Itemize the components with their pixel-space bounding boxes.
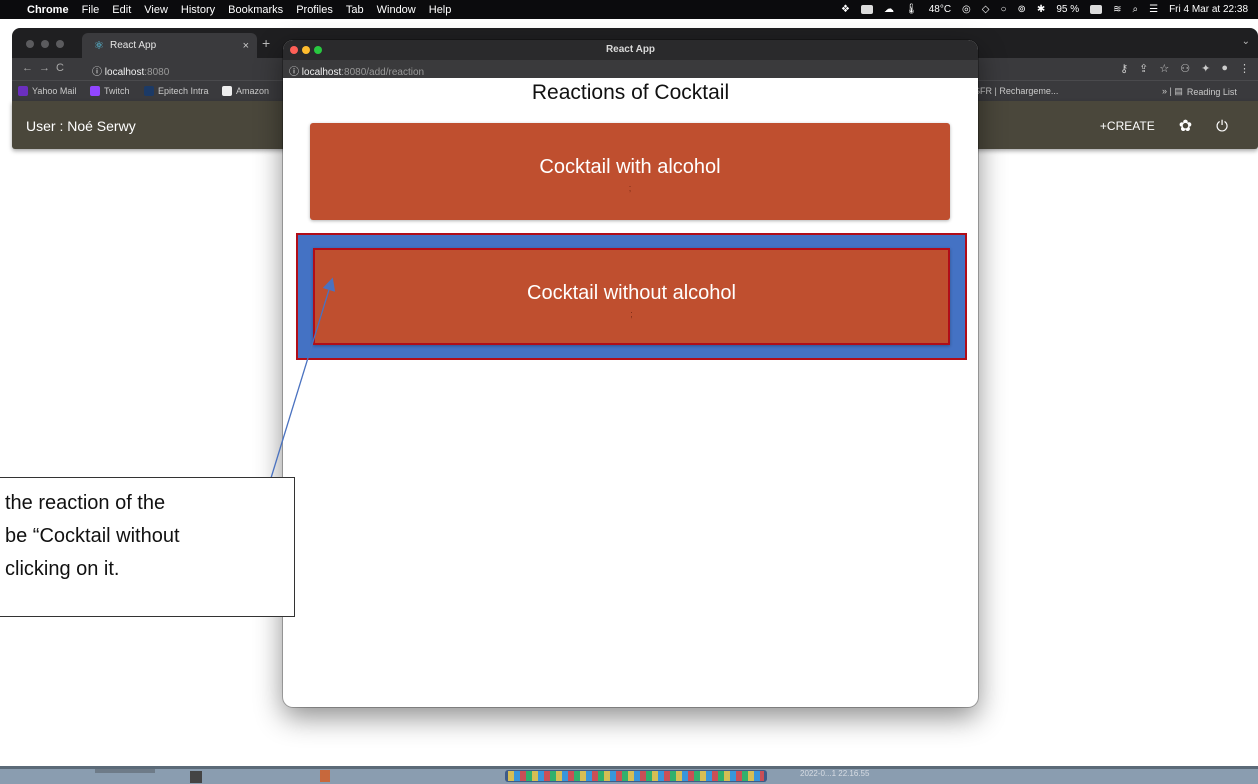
more-menu-icon[interactable]: ⋮ [1239,62,1250,75]
menu-tab[interactable]: Tab [346,4,364,16]
display-icon[interactable] [861,5,873,14]
yahoo-icon [18,86,28,96]
reaction-popup-window: React App ⓘ localhost:8080/add/reaction … [283,40,978,707]
dock-background-item [320,770,330,782]
amazon-icon [222,86,232,96]
reading-list-button[interactable]: » | ▤ Reading List [1162,86,1237,97]
menu-profiles[interactable]: Profiles [296,4,333,16]
url-path: :8080/add/reaction [341,67,425,78]
react-logo-icon: ⚛ [94,40,104,52]
callout-line-3: clicking on it. [5,558,120,580]
page-title: Reactions of Cocktail [531,81,730,104]
wifi-icon[interactable]: ≋ [1113,4,1121,15]
dock-app-icons[interactable] [508,771,764,781]
create-button[interactable]: +CREATE [1100,119,1155,133]
bookmark-label: Yahoo Mail [32,86,77,96]
popup-window-title: React App [605,44,656,55]
menu-file[interactable]: File [82,4,100,16]
close-tab-icon[interactable]: × [243,40,249,52]
extension-icons: ⚷ ⇪ ☆ ⚇ ✦ ● ⋮ [1120,62,1250,75]
power-icon[interactable]: ⏻ [1216,118,1228,135]
network-icon[interactable]: ◎ [962,4,971,15]
bookmark-label: Epitech Intra [158,86,209,96]
bookmark-yahoo-mail[interactable]: Yahoo Mail [18,86,76,96]
tab-title: React App [110,40,157,51]
url-port: :8080 [144,67,170,78]
cloud-icon[interactable]: ☁ [884,4,894,15]
screenshot-timestamp: 2022-0...1 22.16.55 [800,769,870,778]
airdrop-icon[interactable]: ⊚ [1018,4,1026,15]
menu-view[interactable]: View [144,4,168,16]
epitech-icon [144,86,154,96]
callout-line-1: the reaction of the [5,492,166,514]
create-label: CREATE [1106,119,1155,133]
zoom-window-icon[interactable] [56,40,64,48]
reading-list-label: Reading List [1186,86,1237,97]
dock-background-item [95,769,155,773]
menu-window[interactable]: Window [377,4,416,16]
settings-gear-icon[interactable]: ✿ [1179,116,1192,136]
bookmark-epitech-intra[interactable]: Epitech Intra [144,86,209,96]
annotation-callout: the reaction of the be “Cocktail without… [0,477,295,617]
dropbox-icon[interactable]: ❖ [841,4,850,15]
plus-icon: + [1099,119,1107,133]
menu-edit[interactable]: Edit [112,4,131,16]
thermometer-icon: 🌡 [905,4,918,15]
new-tab-icon[interactable]: + [262,35,270,51]
reaction-card-without-alcohol[interactable]: Cocktail without alcohol ; [313,248,950,345]
status-circle-icon[interactable]: ○ [1000,4,1006,15]
menu-app-name[interactable]: Chrome [27,4,69,16]
bookmark-label: Amazon [236,86,270,96]
profile-avatar-icon[interactable]: ● [1221,62,1228,75]
callout-line-2: be “Cocktail without [5,525,180,547]
spotlight-search-icon[interactable]: ⌕ [1133,4,1139,15]
popup-address-bar: ⓘ localhost:8080/add/reaction [283,60,978,78]
extension-icon[interactable]: ⚇ [1180,62,1190,75]
url-host: localhost [104,67,145,78]
minimize-window-icon[interactable] [41,40,49,48]
address-field[interactable]: ⓘ localhost:8080 [92,63,169,78]
popup-title-bar: React App [283,40,978,60]
user-label: User : Noé Serwy [26,118,136,134]
control-center-icon[interactable]: ☰ [1149,4,1158,15]
menu-help[interactable]: Help [429,4,452,16]
bookmark-label: SFR | Rechargeme... [974,86,1059,96]
browser-tab[interactable]: ⚛ React App × [82,33,257,58]
url-host: localhost [301,67,342,78]
bookmark-amazon[interactable]: Amazon [222,86,269,96]
macos-menu-bar: Chrome File Edit View History Bookmarks … [0,0,1258,19]
reaction-label: Cocktail without alcohol [527,282,736,304]
menu-history[interactable]: History [181,4,215,16]
dock-strip: 2022-0...1 22.16.55 [0,766,1258,784]
bookmark-label: Twitch [104,86,130,96]
battery-icon[interactable] [1090,5,1103,14]
share-icon[interactable]: ⇪ [1139,62,1148,75]
diamond-icon[interactable]: ◇ [982,4,990,15]
bookmark-sfr[interactable]: SFR | Rechargeme... [974,86,1058,96]
reaction-subtext: ; [630,309,633,319]
key-icon[interactable]: ⚷ [1120,62,1128,75]
reaction-subtext: ; [628,183,632,193]
reaction-card-with-alcohol[interactable]: Cocktail with alcohol ; [310,123,950,220]
bookmark-twitch[interactable]: Twitch [90,86,130,96]
twitch-icon [90,86,100,96]
tab-search-chevron-icon[interactable]: ⌄ [1242,36,1250,47]
popup-url[interactable]: ⓘ localhost:8080/add/reaction [289,63,424,78]
reaction-label: Cocktail with alcohol [539,156,721,178]
temperature-readout[interactable]: 48°C [929,4,951,15]
bookmark-star-icon[interactable]: ☆ [1159,62,1169,75]
dock-shade [0,766,1258,769]
dock-background-item [190,771,202,783]
bluetooth-icon[interactable]: ✱ [1037,4,1045,15]
menu-clock[interactable]: Fri 4 Mar at 22:38 [1169,4,1248,15]
close-window-icon[interactable] [26,40,34,48]
battery-readout[interactable]: 95 % [1056,4,1079,15]
puzzle-icon[interactable]: ✦ [1201,62,1210,75]
menu-bookmarks[interactable]: Bookmarks [228,4,283,16]
nav-buttons[interactable]: ←→C [22,62,70,74]
